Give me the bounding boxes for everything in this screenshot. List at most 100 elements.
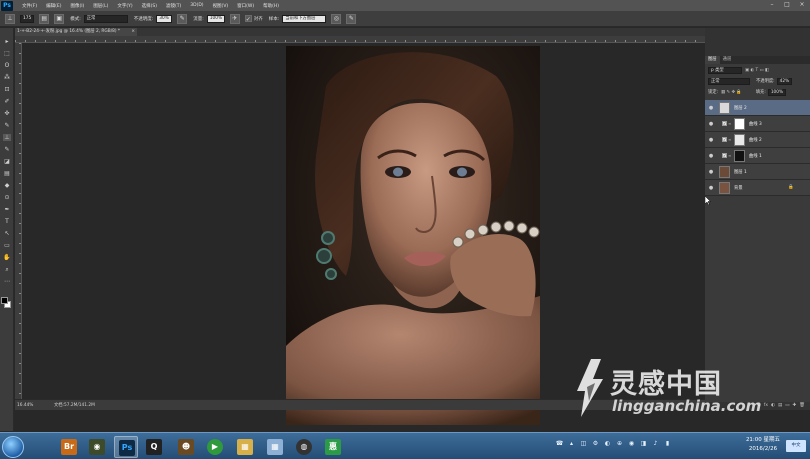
blend-mode-select[interactable]: 正常 xyxy=(708,77,750,85)
zoom-tool-icon[interactable]: ⌕ xyxy=(3,266,11,273)
visibility-eye-icon[interactable]: ● xyxy=(707,105,715,111)
canvas-area[interactable] xyxy=(22,43,705,425)
document-tab[interactable]: 1-+-B2-24-+-发粉.jpg @ 16.4% (图层 2, RGB/8)… xyxy=(15,28,137,36)
taskbar-app-obs[interactable]: ◍ xyxy=(292,436,316,458)
adjustment-checkbox[interactable]: ✓ xyxy=(722,153,727,158)
visibility-eye-icon[interactable]: ● xyxy=(707,169,715,175)
visibility-eye-icon[interactable]: ● xyxy=(707,137,715,143)
pen-tool-icon[interactable]: ✒ xyxy=(3,206,11,213)
close-tab-icon[interactable]: × xyxy=(131,28,135,36)
menu-select[interactable]: 选择(S) xyxy=(142,3,157,9)
crop-tool-icon[interactable]: ⊡ xyxy=(3,86,11,93)
taskbar-app-explorer[interactable]: ▦ xyxy=(263,436,287,458)
brush-size-picker[interactable]: 175 xyxy=(20,14,35,23)
adjustment-checkbox[interactable]: ✓ xyxy=(722,121,727,126)
maximize-button[interactable]: □ xyxy=(782,1,792,9)
mode-select[interactable]: 正常 xyxy=(83,14,128,23)
lock-icons[interactable]: ▦ ✎ ✥ 🔒 xyxy=(721,90,742,95)
visibility-eye-icon[interactable]: ● xyxy=(707,153,715,159)
ignore-adjustment-icon[interactable]: ◎ xyxy=(331,13,342,24)
portrait-photo[interactable] xyxy=(286,46,540,425)
taskbar-app-folder[interactable]: ▦ xyxy=(233,436,257,458)
mask-thumbnail[interactable] xyxy=(734,149,745,162)
layer-row-curves-2[interactable]: ● ✓ ∞ 曲线 2 xyxy=(705,132,810,148)
menu-type[interactable]: 文字(Y) xyxy=(117,3,132,9)
adjustment-checkbox[interactable]: ✓ xyxy=(722,137,727,142)
tray-window-icon[interactable]: ◫ xyxy=(579,439,588,448)
menu-3d[interactable]: 3D(D) xyxy=(190,3,203,8)
align-checkbox[interactable]: ✓ xyxy=(244,15,252,23)
tray-volume-icon[interactable]: ♪ xyxy=(651,439,660,448)
shape-tool-icon[interactable]: ▭ xyxy=(3,242,11,249)
airbrush-icon[interactable]: ✈ xyxy=(229,13,240,24)
clone-stamp-tool-icon[interactable]: ⊥ xyxy=(3,134,11,141)
visibility-eye-icon[interactable]: ● xyxy=(707,121,715,127)
tray-display-icon[interactable]: ◨ xyxy=(639,439,648,448)
tray-battery-icon[interactable]: ▮ xyxy=(663,439,672,448)
layer-mask-icon[interactable]: ▤ xyxy=(778,402,782,410)
blur-tool-icon[interactable]: ◆ xyxy=(3,182,11,189)
mask-thumbnail[interactable] xyxy=(734,133,745,146)
menu-help[interactable]: 帮助(H) xyxy=(263,3,279,9)
flow-field[interactable]: 100% xyxy=(206,14,225,23)
close-button[interactable]: × xyxy=(797,1,807,9)
filter-icons[interactable]: ▣ ◐ T ▭ ◧ xyxy=(745,68,769,73)
eraser-tool-icon[interactable]: ◪ xyxy=(3,158,11,165)
layer-row-curves-3[interactable]: ● ✓ ∞ 曲线 3 xyxy=(705,116,810,132)
clone-source-icon[interactable]: ▣ xyxy=(54,13,65,24)
clone-stamp-tool-icon[interactable]: ⊥ xyxy=(5,13,15,24)
brush-tool-icon[interactable]: ✎ xyxy=(3,122,11,129)
tray-app-icon[interactable]: ◐ xyxy=(603,439,612,448)
visibility-eye-icon[interactable]: ● xyxy=(707,185,715,191)
menu-view[interactable]: 视图(V) xyxy=(213,3,229,9)
new-group-icon[interactable]: ▭ xyxy=(785,402,789,410)
minimize-button[interactable]: – xyxy=(767,1,777,9)
gradient-tool-icon[interactable]: ▤ xyxy=(3,170,11,177)
edit-toolbar-icon[interactable]: ⋯ xyxy=(3,278,11,285)
layer-style-icon[interactable]: fx xyxy=(764,402,768,410)
input-language-indicator[interactable]: 中文 xyxy=(786,440,806,452)
pressure-size-icon[interactable]: ✎ xyxy=(346,13,357,24)
tab-layers[interactable]: 图层 xyxy=(705,56,720,64)
brush-panel-icon[interactable]: ▤ xyxy=(39,13,50,24)
eyedropper-tool-icon[interactable]: ✐ xyxy=(3,98,11,105)
layer-row-background[interactable]: ● 背景 🔒 xyxy=(705,180,810,196)
taskbar-app-viewer[interactable]: ◉ xyxy=(85,436,109,458)
menu-window[interactable]: 窗口(W) xyxy=(237,3,254,9)
new-layer-icon[interactable]: ✚ xyxy=(793,402,797,410)
history-brush-tool-icon[interactable]: ✎ xyxy=(3,146,11,153)
pressure-opacity-icon[interactable]: ✎ xyxy=(177,13,188,24)
delete-layer-icon[interactable]: 🗑 xyxy=(799,402,805,410)
adjustment-layer-icon[interactable]: ◐ xyxy=(771,402,775,410)
path-select-tool-icon[interactable]: ↖ xyxy=(3,230,11,237)
document-size[interactable]: 文档:57.2M/141.2M xyxy=(54,402,95,408)
lasso-tool-icon[interactable]: ʘ xyxy=(3,62,11,69)
menu-filter[interactable]: 滤镜(T) xyxy=(166,3,181,9)
menu-file[interactable]: 文件(F) xyxy=(22,3,37,9)
fill-field[interactable]: 100% xyxy=(767,88,787,96)
tray-settings-icon[interactable]: ⚙ xyxy=(591,439,600,448)
hand-tool-icon[interactable]: ✋ xyxy=(3,254,11,261)
tray-arrow-icon[interactable]: ▴ xyxy=(567,439,576,448)
layer-kind-filter[interactable]: p 类型 xyxy=(708,66,742,74)
zoom-level[interactable]: 16.44% xyxy=(17,403,39,408)
taskbar-app-bridge[interactable]: Br xyxy=(57,436,81,458)
taskbar-app-photoshop[interactable]: Ps xyxy=(114,436,138,458)
marquee-tool-icon[interactable]: ⬚ xyxy=(3,50,11,57)
layer-row-layer-2[interactable]: ● 图层 2 xyxy=(705,100,810,116)
sample-select[interactable]: 当前和下方图层 xyxy=(282,14,327,23)
menu-layer[interactable]: 图层(L) xyxy=(93,3,108,9)
mask-thumbnail[interactable] xyxy=(734,117,745,130)
quick-select-tool-icon[interactable]: ⁂ xyxy=(3,74,11,81)
dodge-tool-icon[interactable]: ⊙ xyxy=(3,194,11,201)
foreground-color-swatch[interactable] xyxy=(1,297,8,304)
taskbar-app-qq[interactable]: Q xyxy=(142,436,166,458)
horizontal-ruler[interactable] xyxy=(15,36,705,43)
start-button[interactable] xyxy=(2,436,24,458)
tray-circle-icon[interactable]: ◉ xyxy=(627,439,636,448)
layer-row-layer-1[interactable]: ● 图层 1 xyxy=(705,164,810,180)
vertical-ruler[interactable] xyxy=(15,43,22,399)
tab-channels[interactable]: 通道 xyxy=(720,56,735,64)
taskbar-app-green[interactable]: 惠 xyxy=(321,436,345,458)
tray-network-icon[interactable]: ⊕ xyxy=(615,439,624,448)
